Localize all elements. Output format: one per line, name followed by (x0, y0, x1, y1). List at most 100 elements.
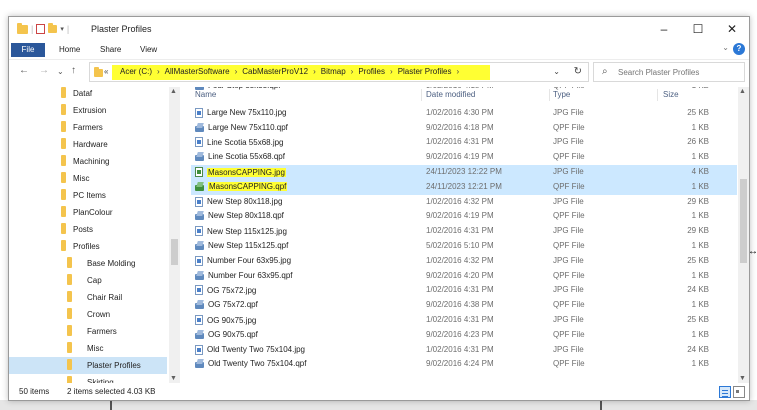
file-date: 1/02/2016 4:32 PM (426, 255, 494, 265)
sidebar-item[interactable]: Plaster Profiles (9, 357, 167, 374)
tab-view[interactable]: View (140, 43, 157, 57)
folder-icon (61, 121, 66, 132)
details-view-button[interactable] (719, 386, 731, 398)
search-input[interactable] (618, 66, 740, 79)
file-type: JPG File (553, 196, 584, 206)
file-row[interactable]: Line Scotia 55x68.jpg 1/02/2016 4:31 PM JP… (191, 135, 737, 150)
file-name: OG 75x72.jpg (207, 285, 257, 295)
navigation-pane-scrollbar[interactable]: ▲ ▼ (169, 87, 180, 383)
file-size: 29 KB (687, 196, 709, 206)
sidebar-item[interactable]: Posts (9, 221, 93, 238)
breadcrumb-item[interactable]: Plaster Profiles (398, 67, 452, 76)
scroll-down-icon[interactable]: ▼ (170, 375, 177, 382)
sidebar-item-label: Dataf (73, 89, 93, 98)
minimize-button[interactable]: – (647, 17, 681, 41)
breadcrumb-item[interactable]: Profiles (358, 67, 385, 76)
sidebar-item[interactable]: Skirting (9, 374, 114, 383)
title-bar: | ▾ | Plaster Profiles – ☐ ✕ (9, 17, 749, 41)
sidebar-item[interactable]: Chair Rail (9, 289, 122, 306)
sidebar-item[interactable]: Extrusion (9, 102, 106, 119)
sidebar-item[interactable]: Dataf (9, 87, 92, 102)
file-row[interactable]: OG 75x72.jpg 1/02/2016 4:31 PM JPG File 24 … (191, 283, 737, 298)
sidebar-item[interactable]: PC Items (9, 187, 106, 204)
file-name: OG 75x72.qpf (208, 300, 258, 310)
scrollbar-thumb[interactable] (740, 179, 747, 263)
recent-locations-icon[interactable]: ⌄ (57, 67, 64, 76)
sidebar-item[interactable]: Profiles (9, 238, 100, 255)
file-row[interactable]: Old Twenty Two 75x104.jpg 1/02/2016 4:31 … (191, 343, 737, 358)
folder-icon (17, 22, 28, 34)
sidebar-item[interactable]: Base Molding (9, 255, 135, 272)
sidebar-item[interactable]: Misc (9, 340, 103, 357)
sidebar-item[interactable]: Cap (9, 272, 102, 289)
close-button[interactable]: ✕ (715, 17, 749, 41)
sidebar-item[interactable]: Farmers (9, 119, 103, 136)
sidebar-item[interactable]: Hardware (9, 136, 108, 153)
file-type: QPF File (553, 181, 585, 191)
file-date: 9/02/2016 4:20 PM (426, 270, 494, 280)
sidebar-item[interactable]: Farmers (9, 323, 117, 340)
large-icons-view-button[interactable] (733, 386, 745, 398)
file-row[interactable]: Line Scotia 55x68.qpf 9/02/2016 4:19 PM QP… (191, 150, 737, 165)
new-folder-icon[interactable] (48, 23, 58, 33)
file-row[interactable]: New Step 80x118.jpg 1/02/2016 4:32 PM JPG … (191, 195, 737, 210)
file-row[interactable]: Number Four 63x95.qpf 9/02/2016 4:20 PM QP… (191, 269, 737, 284)
file-row[interactable]: OG 90x75.qpf 9/02/2016 4:23 PM QPF File 1 K… (191, 328, 737, 343)
file-row[interactable]: OG 75x72.qpf 9/02/2016 4:38 PM QPF File 1 K… (191, 298, 737, 313)
file-row[interactable]: Large New 75x110.qpf 9/02/2016 4:18 PM QPF… (191, 121, 737, 136)
scroll-down-icon[interactable]: ▼ (739, 375, 746, 382)
image-file-icon (195, 167, 203, 177)
file-list-scrollbar[interactable]: ▲ ▼ (738, 87, 749, 383)
sidebar-item-label: Misc (73, 174, 90, 183)
help-icon[interactable]: ? (733, 43, 745, 55)
collapse-ribbon-icon[interactable]: ⌄ (722, 43, 729, 52)
scrollbar-thumb[interactable] (171, 239, 178, 265)
sidebar-item[interactable]: PlanColour (9, 204, 113, 221)
breadcrumb-separator-icon: › (157, 67, 160, 76)
file-row[interactable]: New Step 80x118.qpf 9/02/2016 4:19 PM QPF … (191, 209, 737, 224)
file-name: Number Four 63x95.qpf (208, 270, 293, 280)
file-row[interactable]: Large New 75x110.jpg 1/02/2016 4:30 PM JPG… (191, 106, 737, 121)
file-size: 1 KB (691, 241, 709, 250)
sidebar-item[interactable]: Machining (9, 153, 109, 170)
scroll-up-icon[interactable]: ▲ (739, 88, 746, 95)
breadcrumb-item[interactable]: AllMasterSoftware (165, 67, 230, 76)
breadcrumb-item[interactable]: Bitmap (321, 67, 346, 76)
tab-share[interactable]: Share (100, 43, 121, 57)
scroll-up-icon[interactable]: ▲ (170, 88, 177, 95)
file-size: 1 KB (691, 359, 709, 369)
breadcrumb-item[interactable]: CabMasterProV12 (242, 67, 308, 76)
forward-icon[interactable]: → (39, 65, 49, 76)
sidebar-item[interactable]: Crown (9, 306, 110, 323)
file-row[interactable]: Number Four 63x95.jpg 1/02/2016 4:32 PM JP… (191, 254, 737, 269)
file-row[interactable]: Four Step 55x55.qpf 9/02/2016 4:18 PM QPF … (191, 87, 737, 94)
file-size: 26 KB (687, 137, 709, 147)
folder-icon (61, 206, 66, 217)
breadcrumb-item[interactable]: Acer (C:) (120, 67, 152, 76)
address-dropdown-icon[interactable]: ⌄ (553, 67, 560, 76)
file-date: 9/02/2016 4:19 PM (426, 211, 494, 221)
sidebar-item[interactable]: Misc (9, 170, 89, 187)
file-size: 25 KB (687, 107, 709, 117)
file-row[interactable]: MasonsCAPPING.jpg 24/11/2023 12:22 PM JPG … (191, 165, 737, 180)
up-icon[interactable]: ↑ (71, 65, 76, 76)
tab-file[interactable]: File (11, 43, 45, 57)
selection-info: 2 items selected 4.03 KB (67, 387, 156, 396)
tab-home[interactable]: Home (59, 43, 80, 57)
file-row[interactable]: Old Twenty Two 75x104.qpf 9/02/2016 4:24 … (191, 357, 737, 372)
properties-icon[interactable] (36, 24, 46, 34)
file-row[interactable]: New Step 115x125.jpg 1/02/2016 4:31 PM JPG… (191, 224, 737, 239)
back-icon[interactable]: ← (19, 65, 29, 76)
customize-toolbar-icon[interactable]: ▾ (60, 25, 64, 33)
refresh-icon[interactable]: ↻ (574, 66, 582, 77)
file-row[interactable]: New Step 115x125.qpf 5/02/2016 5:10 PM QPF… (191, 239, 737, 254)
file-row[interactable]: OG 90x75.jpg 1/02/2016 4:31 PM JPG File 25 … (191, 313, 737, 328)
file-row[interactable]: MasonsCAPPING.qpf 24/11/2023 12:21 PM QPF … (191, 179, 737, 195)
search-box[interactable]: ⌕ (593, 62, 745, 82)
image-file-icon (195, 196, 203, 207)
sidebar-item-label: Base Molding (87, 259, 136, 268)
overflow-chevron-icon[interactable]: « (104, 67, 108, 76)
folder-icon (67, 308, 72, 319)
address-bar[interactable]: « Acer (C:) › AllMasterSoftware › CabMaste… (89, 62, 589, 82)
maximize-button[interactable]: ☐ (681, 17, 715, 41)
